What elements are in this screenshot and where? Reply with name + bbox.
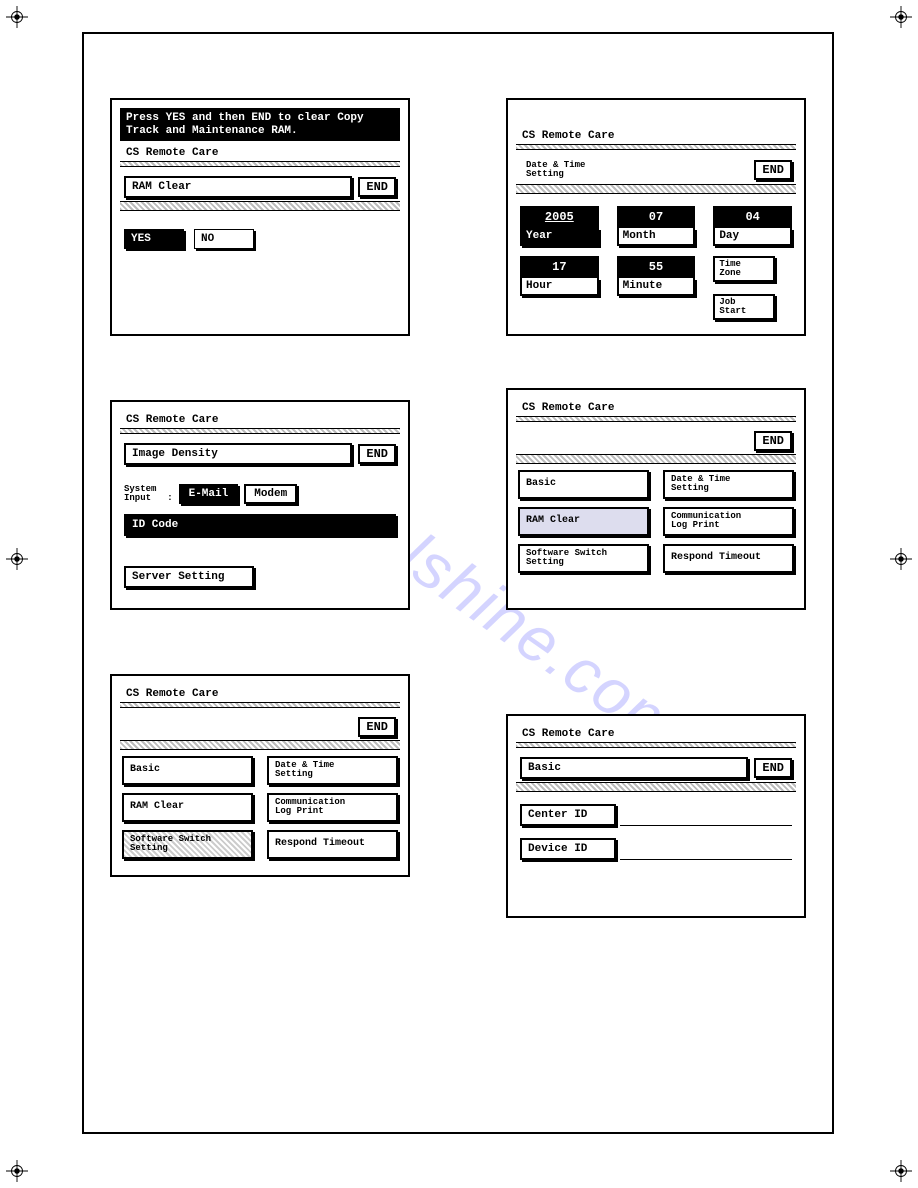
divider bbox=[120, 702, 400, 708]
crop-mark-icon bbox=[6, 6, 28, 28]
divider bbox=[120, 428, 400, 434]
end-button[interactable]: END bbox=[358, 177, 396, 197]
divider bbox=[516, 742, 796, 748]
divider bbox=[516, 416, 796, 422]
screen-title: CS Remote Care bbox=[516, 724, 796, 742]
respond-timeout-button[interactable]: Respond Timeout bbox=[267, 830, 398, 859]
device-id-field[interactable] bbox=[620, 859, 792, 860]
screen-title: CS Remote Care bbox=[120, 684, 400, 702]
day-label: Day bbox=[713, 228, 792, 246]
end-button[interactable]: END bbox=[754, 431, 792, 451]
crop-mark-icon bbox=[6, 1160, 28, 1182]
end-button[interactable]: END bbox=[754, 160, 792, 180]
communication-log-print-button[interactable]: Communication Log Print bbox=[663, 507, 794, 536]
minute-label: Minute bbox=[617, 278, 696, 296]
screen-menu-swswitch: CS Remote Care END Basic Date & Time Set… bbox=[110, 674, 410, 877]
divider bbox=[516, 184, 796, 194]
crop-mark-icon bbox=[890, 6, 912, 28]
screen-date-time: CS Remote Care Date & Time Setting END 2… bbox=[506, 98, 806, 336]
center-id-field[interactable] bbox=[620, 825, 792, 826]
crop-mark-icon bbox=[6, 548, 28, 570]
crop-mark-icon bbox=[890, 1160, 912, 1182]
screen-title: CS Remote Care bbox=[120, 410, 400, 428]
divider bbox=[120, 161, 400, 167]
system-input-label: System Input : bbox=[124, 485, 173, 503]
server-setting-button[interactable]: Server Setting bbox=[124, 566, 254, 588]
screen-title: CS Remote Care bbox=[516, 398, 796, 416]
year-label: Year bbox=[520, 228, 599, 246]
hour-label: Hour bbox=[520, 278, 599, 296]
screen-menu-ramclear: CS Remote Care END Basic Date & Time Set… bbox=[506, 388, 806, 610]
page-frame: manualshine.com Press YES and then END t… bbox=[82, 32, 834, 1134]
ram-clear-button[interactable]: RAM Clear bbox=[518, 507, 649, 536]
crop-mark-icon bbox=[890, 548, 912, 570]
year-value[interactable]: 2005 bbox=[520, 206, 599, 228]
basic-button[interactable]: Basic bbox=[122, 756, 253, 785]
email-option[interactable]: E-Mail bbox=[179, 484, 239, 504]
communication-log-print-button[interactable]: Communication Log Print bbox=[267, 793, 398, 822]
date-time-setting-button[interactable]: Date & Time Setting bbox=[267, 756, 398, 785]
divider bbox=[516, 454, 796, 464]
center-id-button[interactable]: Center ID bbox=[520, 804, 616, 826]
modem-option[interactable]: Modem bbox=[244, 484, 297, 504]
software-switch-setting-button[interactable]: Software Switch Setting bbox=[518, 544, 649, 573]
id-code-button[interactable]: ID Code bbox=[124, 514, 396, 536]
time-zone-button[interactable]: Time Zone bbox=[713, 256, 775, 282]
subtitle-date-time: Date & Time Setting bbox=[520, 159, 591, 181]
subtitle-image-density: Image Density bbox=[124, 443, 352, 465]
screen-image-density: CS Remote Care Image Density END System … bbox=[110, 400, 410, 610]
instruction-text: Press YES and then END to clear Copy Tra… bbox=[120, 108, 400, 141]
screen-basic-ids: CS Remote Care Basic END Center ID Devic… bbox=[506, 714, 806, 918]
basic-button[interactable]: Basic bbox=[518, 470, 649, 499]
month-label: Month bbox=[617, 228, 696, 246]
screen-title: CS Remote Care bbox=[516, 126, 796, 144]
subtitle-basic: Basic bbox=[520, 757, 748, 779]
month-value[interactable]: 07 bbox=[617, 206, 696, 228]
screen-ram-clear-confirm: Press YES and then END to clear Copy Tra… bbox=[110, 98, 410, 336]
end-button[interactable]: END bbox=[358, 444, 396, 464]
divider bbox=[120, 201, 400, 211]
respond-timeout-button[interactable]: Respond Timeout bbox=[663, 544, 794, 573]
date-time-setting-button[interactable]: Date & Time Setting bbox=[663, 470, 794, 499]
subtitle-ram-clear: RAM Clear bbox=[124, 176, 352, 198]
device-id-button[interactable]: Device ID bbox=[520, 838, 616, 860]
no-button[interactable]: NO bbox=[194, 229, 254, 249]
end-button[interactable]: END bbox=[358, 717, 396, 737]
day-value[interactable]: 04 bbox=[713, 206, 792, 228]
software-switch-setting-button[interactable]: Software Switch Setting bbox=[122, 830, 253, 859]
end-button[interactable]: END bbox=[754, 758, 792, 778]
divider bbox=[516, 144, 796, 150]
hour-value[interactable]: 17 bbox=[520, 256, 599, 278]
job-start-button[interactable]: Job Start bbox=[713, 294, 775, 320]
ram-clear-button[interactable]: RAM Clear bbox=[122, 793, 253, 822]
minute-value[interactable]: 55 bbox=[617, 256, 696, 278]
divider bbox=[120, 740, 400, 750]
yes-button[interactable]: YES bbox=[124, 229, 184, 249]
divider bbox=[516, 782, 796, 792]
